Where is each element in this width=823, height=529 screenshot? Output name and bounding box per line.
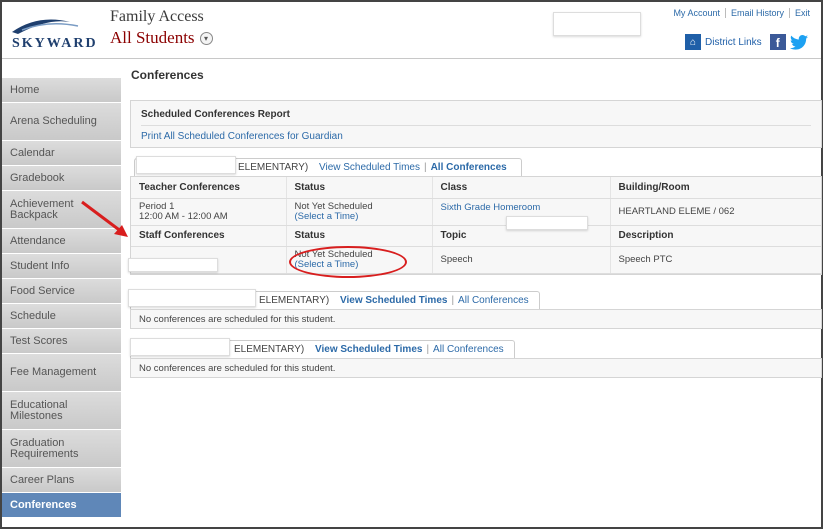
app-title: Family Access — [110, 8, 204, 25]
district-building-icon[interactable]: ⌂ — [685, 34, 701, 50]
redacted-student-name — [128, 289, 256, 307]
sidebar-item-food-service[interactable]: Food Service — [2, 279, 121, 304]
logo-text: SKYWARD — [12, 36, 98, 51]
district-links-label[interactable]: District Links — [705, 37, 762, 48]
col-teacher-conferences: Teacher Conferences — [131, 177, 286, 199]
period-cell: Period 1 12:00 AM - 12:00 AM — [131, 198, 286, 226]
print-conferences-link[interactable]: Print All Scheduled Conferences for Guar… — [141, 131, 343, 142]
topic-cell: Speech — [431, 246, 610, 274]
redacted-student-name — [130, 338, 230, 356]
redacted-user-name — [553, 12, 641, 36]
col-staff-conferences: Staff Conferences — [131, 225, 286, 247]
sidebar-item-calendar[interactable]: Calendar — [2, 141, 121, 166]
sidebar-item-student-info[interactable]: Student Info — [2, 254, 121, 279]
description-cell: Speech PTC — [609, 246, 821, 274]
sidebar-item-schedule[interactable]: Schedule — [2, 304, 121, 329]
status-text: Not Yet Scheduled — [294, 200, 373, 212]
room-cell: HEARTLAND ELEME / 062 — [609, 198, 821, 226]
sidebar-item-graduation-requirements[interactable]: Graduation Requirements — [2, 430, 121, 468]
sidebar-item-conferences[interactable]: Conferences — [2, 493, 121, 518]
district-links[interactable]: ⌂ District Links f — [685, 34, 808, 50]
col-class: Class — [431, 177, 610, 199]
divider — [141, 125, 811, 126]
header: SKYWARD Family Access All Students ▾ My … — [2, 2, 821, 59]
period-label: Period 1 — [139, 200, 175, 212]
report-title: Scheduled Conferences Report — [141, 109, 290, 120]
sidebar-item-fee-management[interactable]: Fee Management — [2, 354, 121, 392]
sidebar-item-gradebook[interactable]: Gradebook — [2, 166, 121, 191]
col-status: Status — [285, 177, 432, 199]
facebook-icon[interactable]: f — [769, 34, 786, 50]
exit-link[interactable]: Exit — [788, 8, 815, 18]
col-building-room: Building/Room — [609, 177, 821, 199]
period-time: 12:00 AM - 12:00 AM — [139, 210, 228, 222]
col-description: Description — [609, 225, 821, 247]
main-content: Conferences Scheduled Conferences Report… — [126, 68, 823, 378]
redacted-student-name — [136, 156, 236, 174]
sidebar-item-arena-scheduling[interactable]: Arena Scheduling — [2, 103, 121, 141]
empty-message-panel: No conferences are scheduled for this st… — [130, 358, 822, 378]
sidebar-nav: Home Arena Scheduling Calendar Gradebook… — [2, 78, 121, 518]
status-cell: Not Yet Scheduled (Select a Time) — [285, 198, 432, 226]
class-link[interactable]: Sixth Grade Homeroom — [441, 202, 602, 213]
email-history-link[interactable]: Email History — [724, 8, 789, 18]
student-selector-label: All Students — [110, 28, 195, 47]
chevron-down-icon[interactable]: ▾ — [199, 31, 213, 45]
sidebar-item-test-scores[interactable]: Test Scores — [2, 329, 121, 354]
all-conferences-link[interactable]: All Conferences — [458, 295, 529, 306]
table-row: Not Yet Scheduled (Select a Time) Speech… — [131, 246, 821, 274]
view-scheduled-times-link[interactable]: View Scheduled Times — [315, 344, 422, 355]
redacted-staff-name — [128, 258, 218, 272]
school-suffix: ELEMENTARY) — [238, 162, 309, 173]
all-conferences-link[interactable]: All Conferences — [431, 162, 507, 173]
view-scheduled-times-link[interactable]: View Scheduled Times — [319, 162, 420, 173]
school-suffix: ELEMENTARY) — [259, 295, 330, 306]
empty-message-panel: No conferences are scheduled for this st… — [130, 309, 822, 329]
scheduled-report-panel: Scheduled Conferences Report Print All S… — [130, 100, 822, 148]
all-conferences-link[interactable]: All Conferences — [433, 344, 504, 355]
twitter-icon[interactable] — [789, 34, 808, 50]
my-account-link[interactable]: My Account — [668, 8, 725, 18]
sidebar-item-career-plans[interactable]: Career Plans — [2, 468, 121, 493]
page-title: Conferences — [131, 68, 204, 82]
top-links: My Account Email History Exit — [668, 8, 815, 18]
student-selector[interactable]: All Students ▾ — [110, 28, 213, 48]
sidebar-item-educational-milestones[interactable]: Educational Milestones — [2, 392, 121, 430]
red-arrow-annotation — [81, 200, 128, 237]
conference-table-panel: Teacher Conferences Status Class Buildin… — [130, 176, 822, 275]
school-suffix: ELEMENTARY) — [234, 344, 305, 355]
col-status: Status — [285, 225, 432, 247]
red-circle-annotation — [289, 246, 407, 278]
select-time-link[interactable]: (Select a Time) — [295, 211, 424, 222]
view-scheduled-times-link[interactable]: View Scheduled Times — [340, 295, 447, 306]
conferences-table: Teacher Conferences Status Class Buildin… — [131, 177, 821, 274]
table-row: Period 1 12:00 AM - 12:00 AM Not Yet Sch… — [131, 198, 821, 226]
skyward-logo: SKYWARD — [8, 12, 96, 52]
redacted-teacher-name — [506, 216, 588, 230]
app-window: SKYWARD Family Access All Students ▾ My … — [0, 0, 823, 529]
sidebar-item-home[interactable]: Home — [2, 78, 121, 103]
